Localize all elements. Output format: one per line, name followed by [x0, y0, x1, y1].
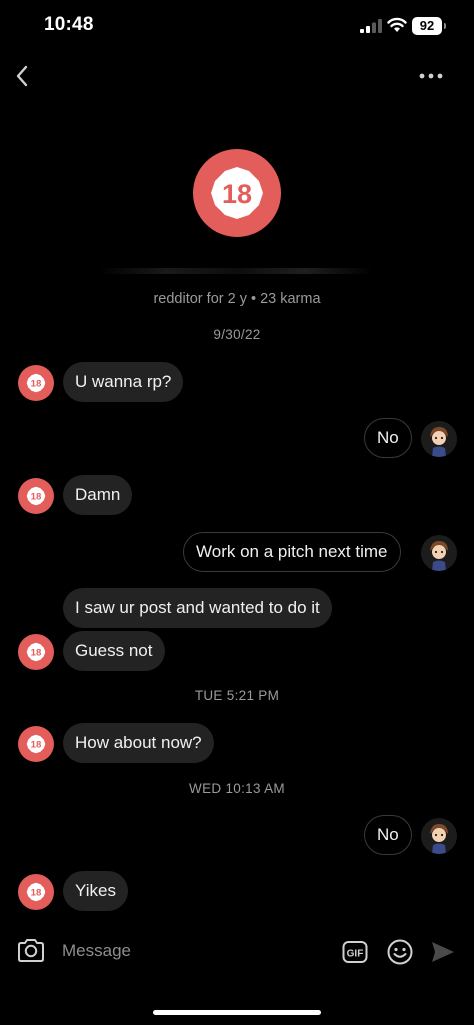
- avatar-badge-text: 18: [31, 888, 42, 899]
- message-bubble-incoming[interactable]: Guess not: [63, 631, 165, 671]
- camera-button[interactable]: [16, 936, 46, 966]
- profile-subtitle: redditor for 2 y • 23 karma: [153, 291, 321, 307]
- message-bubble-incoming[interactable]: I saw ur post and wanted to do it: [63, 588, 332, 628]
- nsfw-badge-icon: 18: [26, 486, 46, 506]
- sender-avatar[interactable]: 18: [18, 726, 54, 762]
- avatar-badge-text: 18: [31, 648, 42, 659]
- user-avatar-icon: [421, 421, 457, 457]
- sender-avatar[interactable]: 18: [18, 634, 54, 670]
- message-bubble-outgoing[interactable]: No: [364, 815, 412, 855]
- wifi-icon: [387, 17, 407, 32]
- status-time: 10:48: [44, 14, 94, 35]
- sender-avatar[interactable]: 18: [18, 478, 54, 514]
- message-bubble-outgoing[interactable]: Work on a pitch next time: [183, 532, 401, 572]
- status-bar: 10:48 92: [0, 0, 474, 54]
- avatar-badge-text: 18: [31, 740, 42, 751]
- message-bubble-incoming[interactable]: U wanna rp?: [63, 362, 184, 402]
- send-icon: [432, 942, 454, 962]
- send-button[interactable]: [430, 940, 456, 964]
- sender-avatar[interactable]: 18: [18, 365, 54, 401]
- chevron-left-icon: [16, 65, 28, 87]
- cellular-signal-icon: [360, 19, 382, 33]
- battery-level: 92: [419, 18, 435, 33]
- gif-label: GIF: [347, 949, 364, 960]
- my-avatar[interactable]: [421, 818, 457, 854]
- nsfw-badge-icon: 18: [211, 167, 263, 219]
- username-redacted: [98, 268, 374, 274]
- message-bubble-outgoing[interactable]: No: [364, 418, 412, 458]
- avatar-badge-text: 18: [31, 379, 42, 390]
- more-horizontal-icon: [419, 73, 443, 79]
- my-avatar[interactable]: [421, 421, 457, 457]
- nsfw-badge-icon: 18: [26, 373, 46, 393]
- back-button[interactable]: [8, 60, 36, 92]
- profile-avatar[interactable]: 18: [193, 149, 281, 237]
- user-avatar-icon: [421, 818, 457, 854]
- message-bubble-incoming[interactable]: Damn: [63, 475, 133, 515]
- nsfw-badge-icon: 18: [26, 734, 46, 754]
- battery-icon: 92: [412, 17, 446, 35]
- avatar-badge-text: 18: [31, 492, 42, 503]
- emoji-icon: [387, 939, 413, 965]
- gif-icon: GIF: [342, 941, 368, 963]
- time-divider: WED 10:13 AM: [189, 781, 285, 796]
- emoji-button[interactable]: [386, 938, 414, 966]
- message-input[interactable]: [62, 936, 322, 966]
- date-divider: 9/30/22: [213, 327, 261, 342]
- home-indicator[interactable]: [153, 1010, 321, 1015]
- sender-avatar[interactable]: 18: [18, 874, 54, 910]
- profile-avatar-badge-text: 18: [222, 179, 252, 209]
- message-bubble-incoming[interactable]: How about now?: [63, 723, 214, 763]
- user-avatar-icon: [421, 535, 457, 571]
- gif-button[interactable]: GIF: [342, 939, 368, 965]
- camera-icon: [18, 939, 44, 962]
- nsfw-badge-icon: 18: [26, 882, 46, 902]
- message-bubble-incoming[interactable]: Yikes: [63, 871, 128, 911]
- nsfw-badge-icon: 18: [26, 642, 46, 662]
- more-options-button[interactable]: [416, 64, 446, 88]
- time-divider: TUE 5:21 PM: [194, 688, 280, 703]
- my-avatar[interactable]: [421, 535, 457, 571]
